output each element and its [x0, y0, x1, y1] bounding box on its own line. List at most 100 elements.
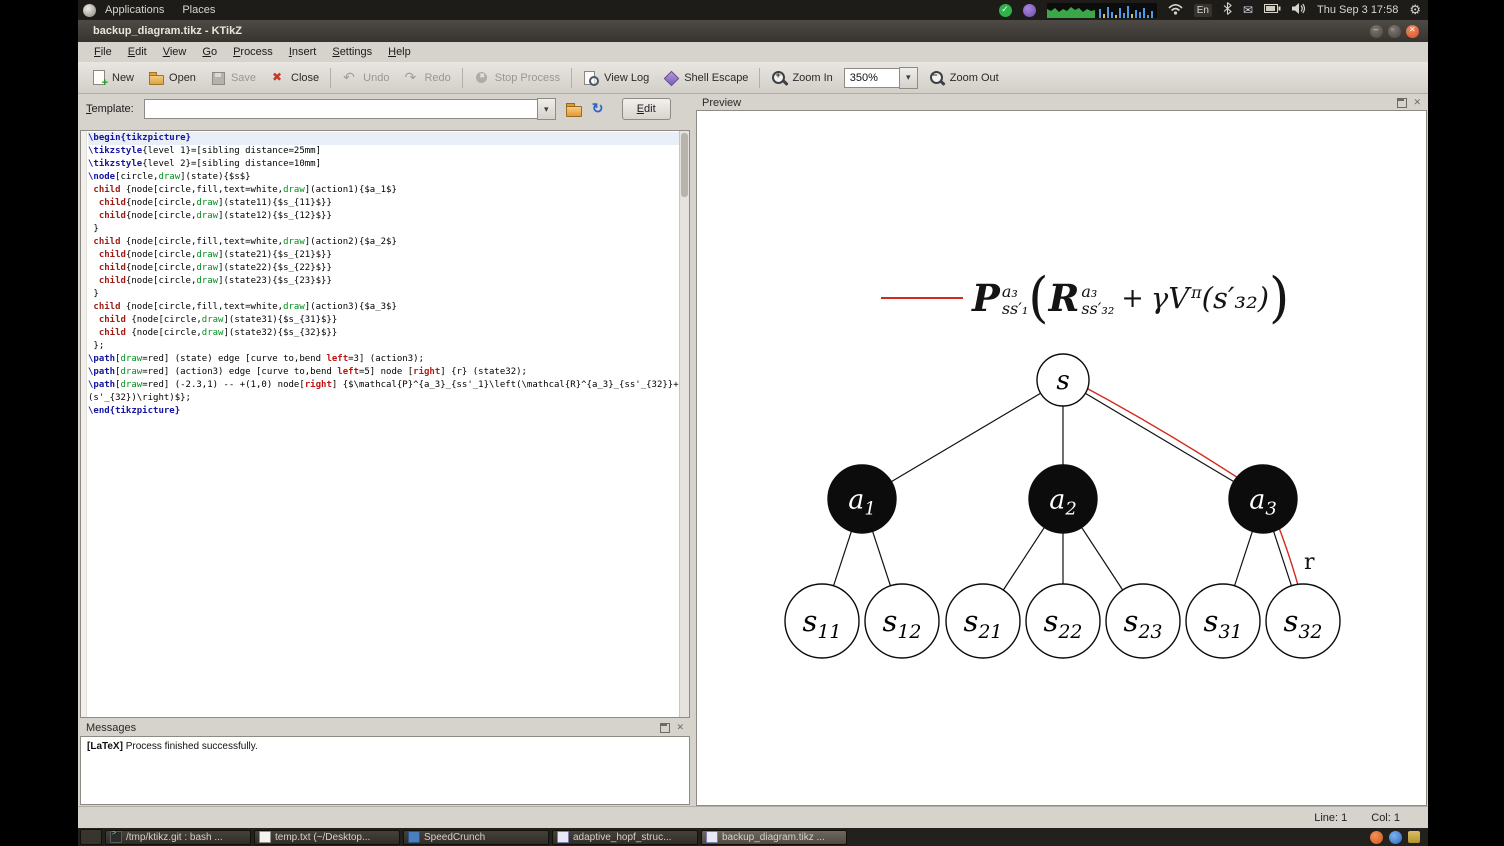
calculator-icon: [408, 831, 420, 843]
places-menu[interactable]: Places: [173, 4, 224, 16]
menu-help[interactable]: Help: [380, 46, 419, 58]
minimize-button[interactable]: [1370, 24, 1383, 38]
text-file-icon: [259, 831, 271, 843]
template-browse-button[interactable]: [563, 99, 585, 119]
zoom-in-button[interactable]: Zoom In: [764, 66, 839, 90]
zoom-out-button[interactable]: Zoom Out: [922, 66, 1006, 90]
close-file-button[interactable]: Close: [263, 66, 326, 90]
titlebar[interactable]: backup_diagram.tikz - KTikZ: [78, 20, 1428, 42]
code-line: child{node[circle,draw](state12){$s_{12}…: [98, 211, 332, 221]
wifi-icon[interactable]: [1168, 3, 1183, 18]
template-dropdown-arrow-icon[interactable]: [536, 98, 556, 120]
menu-settings[interactable]: Settings: [324, 46, 380, 58]
undo-label: Undo: [363, 71, 390, 84]
menu-edit[interactable]: Edit: [120, 46, 155, 58]
updates-ok-icon[interactable]: [998, 3, 1012, 17]
code-line: \tikzstyle{level 1}=[sibling distance=25…: [88, 146, 321, 156]
toolbar-separator: [571, 67, 573, 88]
template-value[interactable]: [143, 99, 537, 119]
preview-title: Preview: [702, 96, 742, 109]
log-prefix: [LaTeX]: [87, 741, 123, 752]
battery-icon[interactable]: [1264, 4, 1281, 16]
diagram-svg: sa1 a2 a3s11 s12 s21 s22 s23 s31 s32r: [784, 353, 1341, 659]
toolbar-separator: [461, 67, 463, 88]
code-line: child{node[circle,draw](state11){$s_{11}…: [98, 198, 332, 208]
tree-node-label: s: [1056, 366, 1069, 396]
main-toolbar: New Open Save Close Undo: [78, 62, 1428, 94]
open-button[interactable]: Open: [141, 66, 203, 90]
show-desktop-button[interactable]: [80, 829, 102, 845]
keyboard-layout-indicator[interactable]: En: [1193, 3, 1212, 17]
code-line: child {node[circle,fill,text=white,draw]…: [93, 302, 397, 312]
taskbar-item-adaptive-hopf[interactable]: adaptive_hopf_struc...: [552, 829, 698, 845]
taskbar-item-label: /tmp/ktikz.git : bash ...: [126, 831, 223, 843]
taskbar-item-textfile[interactable]: temp.txt (~/Desktop...: [254, 829, 400, 845]
mail-icon[interactable]: [1243, 3, 1253, 17]
taskbar-item-label: adaptive_hopf_struc...: [573, 831, 672, 843]
menubar: File Edit View Go Process Insert Setting…: [78, 42, 1428, 63]
code-line: \begin{tikzpicture}: [88, 132, 679, 145]
maximize-button[interactable]: [1388, 24, 1401, 38]
close-x-icon: [270, 70, 286, 86]
taskbar-item-label: SpeedCrunch: [424, 831, 486, 843]
code-editor[interactable]: \begin{tikzpicture} \tikzstyle{level 1}=[…: [80, 130, 690, 718]
tray-app-icon-blue[interactable]: [1389, 830, 1402, 844]
menu-file[interactable]: File: [86, 46, 120, 58]
undo-button: Undo: [335, 66, 396, 90]
view-log-button[interactable]: View Log: [576, 66, 656, 90]
shell-escape-button[interactable]: Shell Escape: [656, 66, 755, 90]
menu-insert[interactable]: Insert: [281, 46, 325, 58]
zoom-combobox[interactable]: 350%: [843, 66, 918, 89]
new-document-icon: [91, 69, 108, 89]
close-window-button[interactable]: [1406, 24, 1419, 38]
zoom-value[interactable]: 350%: [843, 67, 899, 88]
save-label: Save: [230, 71, 257, 84]
top-panel-menus: Applications Places: [78, 3, 224, 17]
template-combobox[interactable]: [143, 98, 556, 120]
editor-scrollbar[interactable]: [679, 131, 689, 717]
taskbar-item-backup-diagram[interactable]: backup_diagram.tikz ...: [701, 829, 847, 845]
template-edit-button[interactable]: Edit: [621, 98, 671, 120]
editor-scrollbar-thumb[interactable]: [681, 133, 688, 197]
menu-view[interactable]: View: [155, 46, 195, 58]
close-icon[interactable]: [1413, 97, 1423, 108]
system-monitor-applet[interactable]: [1046, 2, 1157, 18]
tray-app-icon-orange[interactable]: [1370, 830, 1383, 844]
tray-app-icon-gold[interactable]: [1408, 831, 1420, 843]
view-log-label: View Log: [604, 71, 650, 84]
code-line: }: [88, 289, 99, 299]
taskbar-item-speedcrunch[interactable]: SpeedCrunch: [403, 829, 549, 845]
distro-logo-icon[interactable]: [83, 3, 96, 17]
clock[interactable]: Thu Sep 3 17:58: [1317, 4, 1398, 16]
redo-button: Redo: [396, 66, 457, 90]
code-area[interactable]: \begin{tikzpicture} \tikzstyle{level 1}=[…: [88, 132, 689, 418]
messages-log: [LaTeX] Process finished successfully.: [80, 736, 690, 805]
redo-arrow-icon: [403, 69, 419, 86]
window-title: backup_diagram.tikz - KTikZ: [93, 25, 242, 37]
messages-header-buttons: [660, 722, 690, 733]
taskbar-item-terminal[interactable]: /tmp/ktikz.git : bash ...: [105, 829, 251, 845]
log-text: Process finished successfully.: [122, 741, 258, 752]
code-line: \end{tikzpicture}: [88, 406, 181, 416]
bluetooth-icon[interactable]: [1223, 2, 1232, 18]
volume-icon[interactable]: [1292, 3, 1306, 17]
messages-header: Messages: [80, 720, 690, 736]
code-line: child {node[circle,draw](state31){$s_{31…: [98, 315, 338, 325]
statusbar: Line: 1 Col: 1: [78, 806, 1428, 829]
applications-menu[interactable]: Applications: [96, 4, 173, 16]
code-line: child{node[circle,draw](state21){$s_{21}…: [98, 250, 332, 260]
status-col: Col: 1: [1371, 812, 1400, 824]
template-reload-button[interactable]: [588, 99, 610, 119]
new-button[interactable]: New: [84, 66, 141, 90]
close-icon[interactable]: [676, 722, 686, 733]
indicator-icon[interactable]: [1022, 3, 1036, 17]
taskbar-item-label: backup_diagram.tikz ...: [722, 831, 825, 843]
undock-icon[interactable]: [1397, 97, 1407, 108]
window-buttons: [1370, 24, 1428, 38]
zoom-dropdown-arrow-icon[interactable]: [898, 66, 918, 89]
menu-process[interactable]: Process: [225, 46, 281, 58]
menu-go[interactable]: Go: [194, 46, 225, 58]
undock-icon[interactable]: [660, 723, 670, 733]
session-menu-icon[interactable]: [1409, 2, 1421, 18]
terminal-icon: [110, 831, 122, 843]
